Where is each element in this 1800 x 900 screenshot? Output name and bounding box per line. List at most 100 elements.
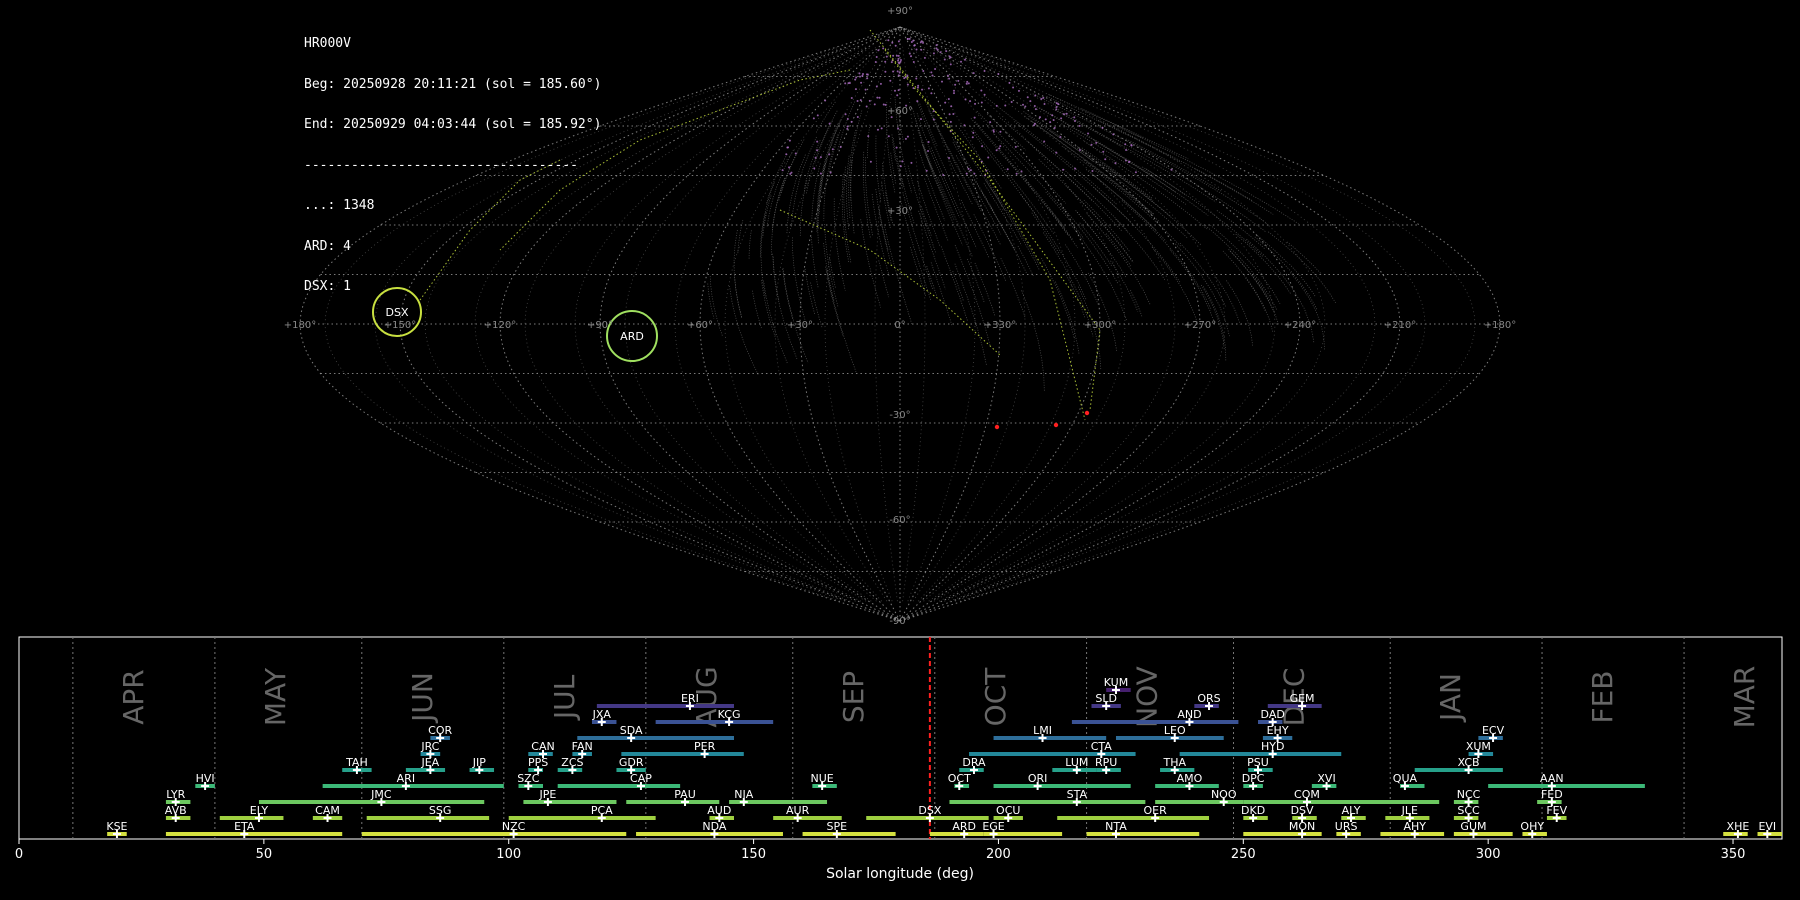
meteor-trail <box>1020 194 1087 301</box>
sporadic-point <box>954 83 957 86</box>
shower-label: ARI <box>397 772 415 785</box>
sporadic-point <box>927 87 930 90</box>
meteor-trail <box>782 268 809 364</box>
shower-label: MON <box>1289 820 1315 833</box>
sporadic-point <box>869 160 872 163</box>
sporadic-point <box>906 37 909 40</box>
lat-tick-labels: +90° +60° +30° -30° -60° -90° <box>887 6 913 627</box>
shower-label: GUM <box>1460 820 1486 833</box>
shower-label: XCB <box>1458 756 1480 769</box>
sporadic-point <box>816 114 819 117</box>
meteor-trail <box>848 129 856 220</box>
shower-label: SLD <box>1095 692 1117 705</box>
sporadic-point <box>785 153 788 156</box>
meteor-trail <box>1222 250 1274 334</box>
lon-tick-label: +90° <box>587 320 613 331</box>
meteor-trail <box>841 173 850 263</box>
sporadic-point <box>1034 94 1037 97</box>
sporadic-point <box>1024 105 1027 108</box>
sporadic-point <box>877 49 880 52</box>
sporadic-point <box>1049 121 1052 124</box>
sporadic-point <box>947 98 950 101</box>
month-label-may: MAY <box>259 667 292 726</box>
shower-label: EVI <box>1758 820 1776 833</box>
shower-label: LUM <box>1065 756 1088 769</box>
meteor-trail <box>850 159 855 234</box>
separator: ----------------------------------- <box>304 157 578 173</box>
meteor-trail <box>976 110 1067 204</box>
meteor-trail <box>1087 272 1118 352</box>
meteor-trail <box>752 290 762 329</box>
meteor-trail <box>1289 272 1325 351</box>
sporadic-point <box>957 79 960 82</box>
sporadic-point <box>912 39 915 42</box>
sporadic-point <box>861 73 864 76</box>
shower-label: RPU <box>1095 756 1117 769</box>
shower-label: SSG <box>429 804 452 817</box>
sporadic-point <box>895 146 898 149</box>
lon-tick-label: +120° <box>484 320 516 331</box>
meteor-trail <box>1041 257 1075 340</box>
meteor-trail <box>970 125 1054 234</box>
sporadic-point <box>939 51 942 54</box>
lon-tick-label: 0° <box>894 320 905 331</box>
meteor-trail <box>818 114 844 215</box>
meteor-trail <box>772 256 780 301</box>
x-tick-label: 150 <box>741 847 766 862</box>
shower-label: FAN <box>572 740 593 753</box>
sporadic-point <box>893 89 896 92</box>
shower-ohy: OHY <box>1520 820 1547 838</box>
sporadic-point <box>1044 118 1047 121</box>
sporadic-point <box>969 100 972 103</box>
sporadic-point <box>882 47 885 50</box>
meteor-trail <box>1061 123 1187 205</box>
sporadic-point <box>935 44 938 47</box>
shower-dkd: DKD <box>1241 804 1268 822</box>
sporadic-point <box>927 141 930 144</box>
shower-label: XUM <box>1466 740 1491 753</box>
shower-label: SCC <box>1457 804 1480 817</box>
shower-label: FED <box>1541 788 1563 801</box>
meteor-trail <box>980 190 1028 275</box>
sporadic-point <box>896 94 899 97</box>
meteor-trail <box>729 285 759 376</box>
meteor-trail <box>1055 281 1080 355</box>
sporadic-point <box>965 172 968 175</box>
sporadic-point <box>884 60 887 63</box>
sporadic-point <box>913 44 916 47</box>
meteor-trail <box>818 120 841 229</box>
meteor-trail <box>1113 137 1267 233</box>
sporadic-point <box>919 118 922 121</box>
shower-label: GDR <box>619 756 644 769</box>
sporadic-point <box>873 103 876 106</box>
sporadic-point <box>828 153 831 156</box>
shower-bar <box>361 832 627 836</box>
sporadic-point <box>897 89 900 92</box>
sporadic-point <box>829 171 832 174</box>
sporadic-point <box>992 129 995 132</box>
sporadic-point <box>965 82 968 85</box>
shower-bar <box>949 800 1146 804</box>
sporadic-point <box>930 71 933 74</box>
sporadic-point <box>999 145 1002 148</box>
shower-sld: SLD <box>1091 692 1121 710</box>
lat-tick-label: +60° <box>887 106 913 117</box>
shower-label: PCA <box>591 804 613 817</box>
meteor-trail <box>1083 199 1130 252</box>
sporadic-point <box>981 145 984 148</box>
meteor-trail <box>1048 208 1074 241</box>
meteor-trail <box>1151 246 1199 325</box>
sporadic-point <box>980 89 983 92</box>
sporadic-point <box>892 54 895 57</box>
shower-label: AND <box>1177 708 1201 721</box>
sporadic-point <box>897 127 900 130</box>
sporadic-point <box>987 156 990 159</box>
meteor-trail <box>1028 141 1122 232</box>
sporadic-point <box>950 105 953 108</box>
sporadic-point <box>949 56 952 59</box>
count-ard: ARD: 4 <box>304 238 351 254</box>
sporadic-point <box>855 76 858 79</box>
radiant-track <box>869 29 1101 411</box>
sporadic-point <box>844 82 847 85</box>
sporadic-point <box>1043 140 1046 143</box>
